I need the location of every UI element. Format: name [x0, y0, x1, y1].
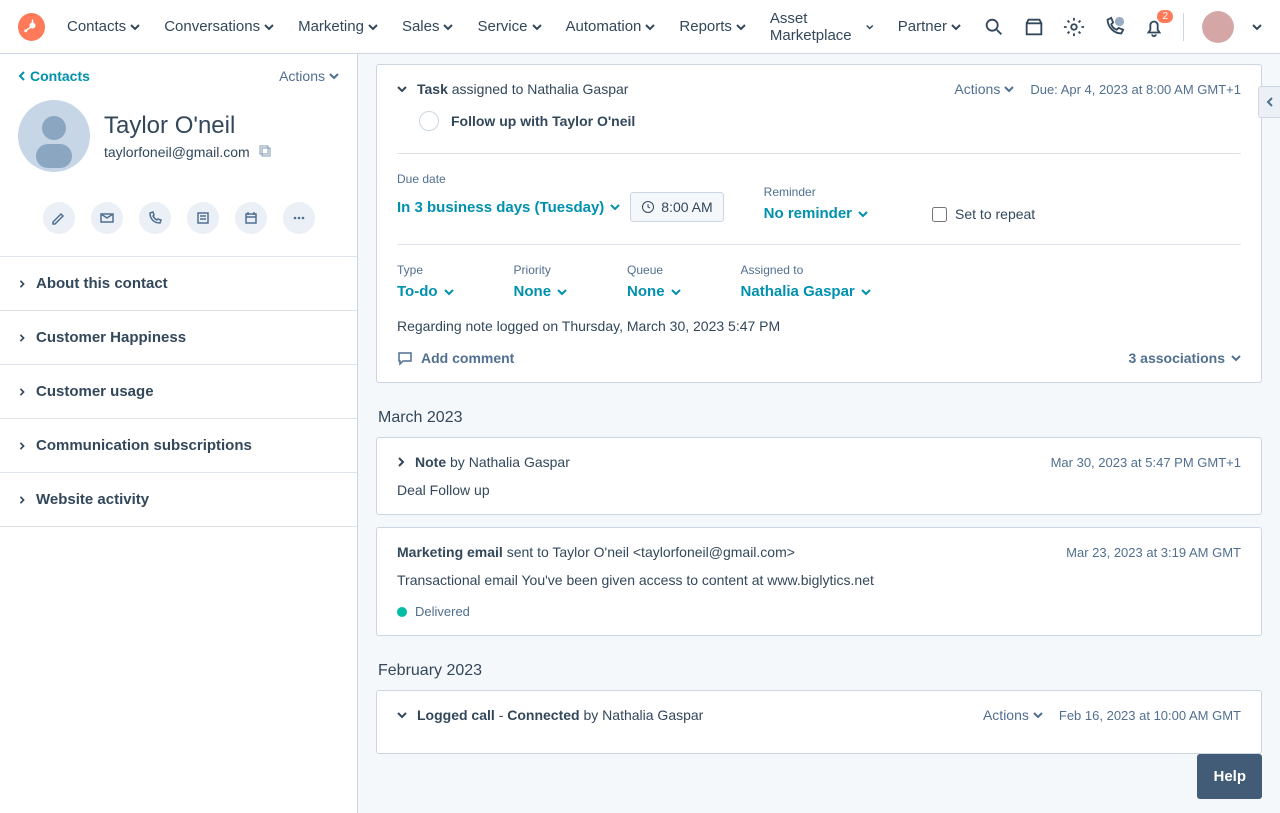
task-complete-checkbox[interactable]: [419, 111, 439, 131]
assigned-to-dropdown[interactable]: Nathalia Gaspar: [741, 283, 871, 300]
reminder-label: Reminder: [764, 185, 868, 199]
email-prefix: Marketing email: [397, 544, 503, 560]
section-customer-usage[interactable]: Customer usage: [0, 365, 357, 419]
note-date: Mar 30, 2023 at 5:47 PM GMT+1: [1051, 455, 1241, 470]
priority-label: Priority: [514, 263, 568, 277]
type-label: Type: [397, 263, 454, 277]
activity-timeline[interactable]: Task assigned to Nathalia Gaspar Actions…: [358, 54, 1280, 813]
email-action-icon[interactable]: [91, 202, 123, 234]
logged-call-card: Logged call - Connected by Nathalia Gasp…: [376, 690, 1262, 754]
nav-partner[interactable]: Partner: [898, 10, 961, 44]
associations-dropdown[interactable]: 3 associations: [1129, 350, 1242, 366]
due-date-label: Due date: [397, 172, 724, 186]
note-author: Nathalia Gaspar: [469, 454, 570, 470]
account-chevron-icon[interactable]: [1252, 22, 1262, 32]
reminder-dropdown[interactable]: No reminder: [764, 205, 868, 222]
nav-reports[interactable]: Reports: [679, 10, 746, 44]
due-date-dropdown[interactable]: In 3 business days (Tuesday): [397, 199, 620, 216]
notifications-icon[interactable]: 2: [1143, 16, 1165, 38]
nav-links: Contacts Conversations Marketing Sales S…: [67, 10, 961, 44]
comment-icon: [397, 350, 413, 366]
section-communication-subs[interactable]: Communication subscriptions: [0, 419, 357, 473]
user-avatar[interactable]: [1202, 11, 1234, 43]
task-prefix: Task: [417, 81, 448, 97]
search-icon[interactable]: [983, 16, 1005, 38]
note-prefix: Note: [415, 454, 446, 470]
call-action-icon[interactable]: [139, 202, 171, 234]
contact-header: Taylor O'neil taylorfoneil@gmail.com: [0, 92, 357, 192]
log-action-icon[interactable]: [187, 202, 219, 234]
email-recipient-addr: <taylorfoneil@gmail.com>: [633, 544, 795, 560]
task-card: Task assigned to Nathalia Gaspar Actions…: [376, 64, 1262, 383]
note-card: Note by Nathalia Gaspar Mar 30, 2023 at …: [376, 437, 1262, 515]
task-note-text: Regarding note logged on Thursday, March…: [397, 318, 1241, 334]
month-march-label: March 2023: [378, 409, 473, 427]
settings-icon[interactable]: [1063, 16, 1085, 38]
task-title[interactable]: Follow up with Taylor O'neil: [451, 113, 635, 129]
meeting-action-icon[interactable]: [235, 202, 267, 234]
contact-sections: About this contact Customer Happiness Cu…: [0, 256, 357, 527]
calling-icon[interactable]: [1103, 16, 1125, 38]
task-actions-dropdown[interactable]: Actions: [954, 81, 1014, 97]
repeat-label: Set to repeat: [955, 206, 1035, 222]
back-link-label: Contacts: [30, 68, 90, 84]
help-button[interactable]: Help: [1197, 754, 1262, 799]
delivered-status-dot: [397, 607, 407, 617]
nav-asset-marketplace[interactable]: Asset Marketplace: [770, 10, 874, 44]
email-recipient: Taylor O'neil: [552, 544, 629, 560]
nav-sales[interactable]: Sales: [402, 10, 454, 44]
set-to-repeat-checkbox[interactable]: [932, 207, 947, 222]
top-nav: Contacts Conversations Marketing Sales S…: [0, 0, 1280, 54]
email-body: Transactional email You've been given ac…: [397, 572, 1241, 588]
nav-contacts[interactable]: Contacts: [67, 10, 140, 44]
call-actions-dropdown[interactable]: Actions: [983, 707, 1043, 723]
topnav-right: 2: [983, 11, 1262, 43]
contact-quick-actions: [0, 192, 357, 256]
marketplace-icon[interactable]: [1023, 16, 1045, 38]
nav-conversations[interactable]: Conversations: [164, 10, 274, 44]
separator: [1183, 13, 1184, 41]
email-date: Mar 23, 2023 at 3:19 AM GMT: [1066, 545, 1241, 560]
call-prefix: Logged call: [417, 707, 495, 723]
task-assigned-to: Nathalia Gaspar: [527, 81, 628, 97]
more-action-icon[interactable]: [283, 202, 315, 234]
call-collapse-icon[interactable]: [397, 710, 407, 720]
queue-dropdown[interactable]: None: [627, 283, 681, 300]
note-body: Deal Follow up: [397, 482, 1241, 498]
section-website-activity[interactable]: Website activity: [0, 473, 357, 527]
assigned-to-label: Assigned to: [741, 263, 871, 277]
email-status: Delivered: [415, 604, 470, 619]
contact-name: Taylor O'neil: [104, 112, 272, 140]
type-dropdown[interactable]: To-do: [397, 283, 454, 300]
contact-actions-dropdown[interactable]: Actions: [279, 68, 339, 84]
notification-badge: 2: [1157, 10, 1173, 23]
queue-label: Queue: [627, 263, 681, 277]
task-collapse-icon[interactable]: [397, 84, 407, 94]
priority-dropdown[interactable]: None: [514, 283, 568, 300]
hubspot-logo-icon[interactable]: [18, 13, 45, 41]
call-date: Feb 16, 2023 at 10:00 AM GMT: [1059, 708, 1241, 723]
nav-service[interactable]: Service: [477, 10, 541, 44]
marketing-email-card: Marketing email sent to Taylor O'neil <t…: [376, 527, 1262, 636]
note-expand-icon[interactable]: [397, 457, 405, 467]
call-author: Nathalia Gaspar: [602, 707, 703, 723]
copy-icon[interactable]: [258, 144, 272, 161]
email-status-row: Delivered: [397, 604, 1241, 619]
note-action-icon[interactable]: [43, 202, 75, 234]
clock-icon: [641, 200, 655, 214]
back-to-contacts-link[interactable]: Contacts: [18, 68, 90, 84]
nav-marketing[interactable]: Marketing: [298, 10, 378, 44]
contact-left-panel: Contacts Actions Taylor O'neil taylorfon…: [0, 54, 358, 813]
due-time-input[interactable]: 8:00 AM: [630, 192, 723, 222]
month-february-label: February 2023: [378, 662, 492, 680]
call-status: Connected: [507, 707, 579, 723]
add-comment-button[interactable]: Add comment: [397, 350, 514, 366]
task-due-text: Due: Apr 4, 2023 at 8:00 AM GMT+1: [1030, 82, 1241, 97]
section-about[interactable]: About this contact: [0, 257, 357, 311]
section-customer-happiness[interactable]: Customer Happiness: [0, 311, 357, 365]
contact-email: taylorfoneil@gmail.com: [104, 144, 272, 161]
nav-automation[interactable]: Automation: [566, 10, 656, 44]
contact-avatar[interactable]: [18, 100, 90, 172]
right-panel-expand-tab[interactable]: [1258, 86, 1280, 118]
